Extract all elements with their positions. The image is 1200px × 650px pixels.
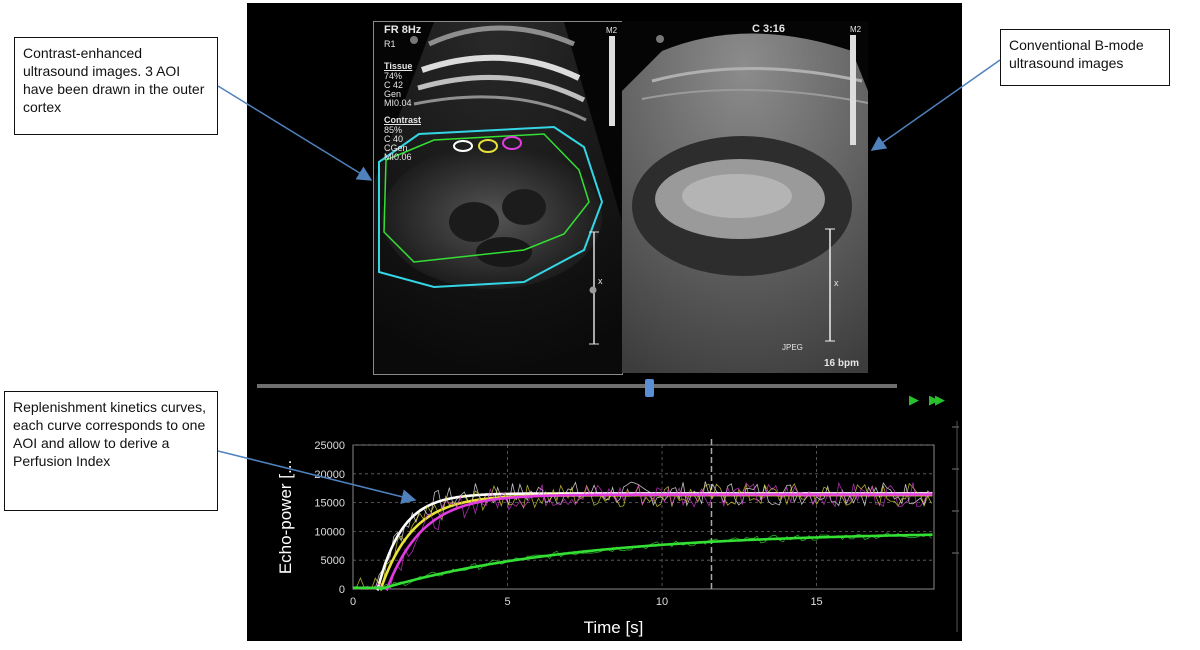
playback-slider-thumb[interactable] — [645, 379, 654, 397]
fast-forward-icon[interactable]: ▶▶ — [929, 392, 945, 408]
x-tick-label: 15 — [810, 596, 822, 608]
y-tick-label: 5000 — [321, 555, 345, 567]
clip-time-label: C 3:16 — [752, 23, 786, 35]
chart-svg: 0 5000 10000 15000 20000 25000 0 5 10 15 Time [s] E… — [276, 421, 959, 637]
replenishment-chart: 0 5000 10000 15000 20000 25000 0 5 10 15 Time [s] E… — [247, 407, 962, 641]
x-tick-label: 10 — [656, 596, 668, 608]
y-tick-label: 15000 — [314, 498, 345, 510]
left-scale-marker: x — [598, 276, 603, 286]
contrast-heading: Contrast — [384, 115, 422, 125]
bmode-image-canvas — [622, 33, 868, 373]
series-raw-trace — [353, 532, 932, 590]
bmode-image[interactable]: C 3:16 M2 JPEG 16 bpm x — [622, 21, 868, 373]
play-icon[interactable]: ▶ — [909, 392, 919, 408]
y-axis-label: Echo-power [... — [276, 460, 295, 574]
y-tick-label: 25000 — [314, 440, 345, 452]
y-tick-label: 20000 — [314, 469, 345, 481]
y-tick-label: 10000 — [314, 526, 345, 538]
kinetics-callout: Replenishment kinetics curves, each curv… — [4, 391, 218, 511]
x-axis-label: Time [s] — [584, 618, 644, 637]
x-tick-label: 0 — [350, 596, 356, 608]
frame-rate-label: FR 8Hz — [384, 24, 422, 36]
tissue-line-4: MI0.04 — [384, 98, 412, 108]
contrast-enhanced-image[interactable]: FR 8Hz R1 M2 Tissue 74% C 42 Gen MI0.04 … — [373, 21, 623, 375]
right-scale-marker: x — [834, 278, 839, 288]
ultrasound-application-window: FR 8Hz R1 M2 Tissue 74% C 42 Gen MI0.04 … — [247, 3, 962, 641]
series-fit-curve — [353, 533, 933, 591]
jpeg-label: JPEG — [782, 343, 803, 352]
contrast-callout: Contrast-enhanced ultrasound images. 3 A… — [14, 37, 218, 135]
tissue-heading: Tissue — [384, 61, 413, 71]
y-tick-label: 0 — [339, 584, 345, 596]
playback-slider-track[interactable] — [257, 384, 897, 388]
contrast-image-canvas — [374, 22, 622, 374]
heart-rate-label: 16 bpm — [824, 358, 860, 369]
r-label: R1 — [384, 39, 396, 49]
bmode-callout: Conventional B-mode ultrasound images — [1000, 29, 1170, 86]
contrast-line-4: MI0.06 — [384, 152, 412, 162]
x-tick-label: 5 — [504, 596, 510, 608]
right-m2-label: M2 — [850, 25, 862, 34]
left-m2-label: M2 — [606, 26, 618, 35]
